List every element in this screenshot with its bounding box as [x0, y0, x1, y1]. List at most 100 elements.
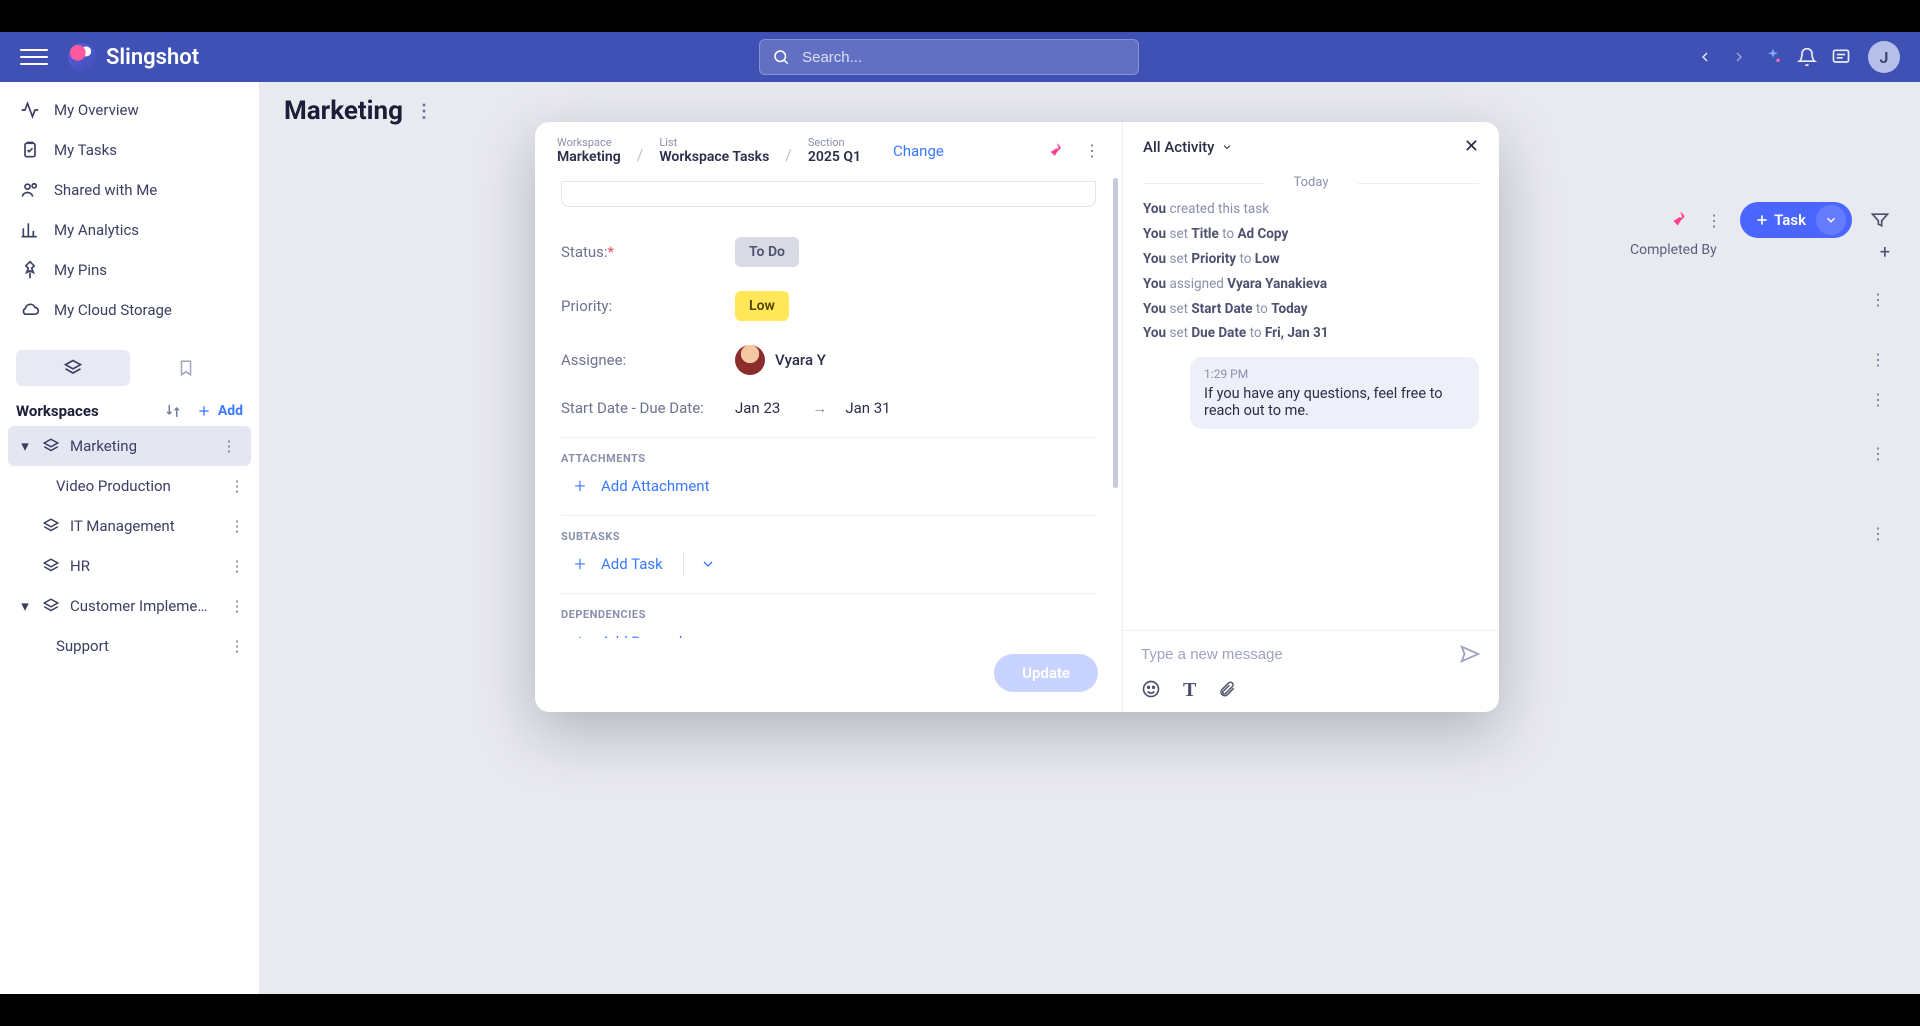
sidebar-item-overview[interactable]: My Overview: [0, 90, 259, 130]
plus-icon: +: [569, 475, 591, 497]
workspaces-heading: Workspaces: [16, 402, 99, 420]
brand[interactable]: Slingshot: [68, 43, 199, 71]
chevron-down-icon: [1221, 141, 1233, 153]
task-detail-panel: Workspace Marketing / List Workspace Tas…: [535, 122, 1123, 712]
notifications-icon[interactable]: [1790, 40, 1824, 74]
activity-filter-dropdown[interactable]: All Activity: [1143, 138, 1233, 156]
create-task-button[interactable]: Task: [1740, 202, 1852, 238]
message-time: 1:29 PM: [1204, 367, 1465, 381]
sort-icon[interactable]: [164, 402, 182, 420]
chart-icon: [20, 220, 40, 240]
text-format-icon[interactable]: T: [1183, 679, 1196, 702]
activity-line: You set Due Date to Fri, Jan 31: [1143, 324, 1479, 343]
change-link[interactable]: Change: [893, 142, 944, 160]
sidebar-item-analytics[interactable]: My Analytics: [0, 210, 259, 250]
workspace-label: Customer Implementa…: [70, 597, 210, 615]
row-more-icon[interactable]: ⋮: [1866, 350, 1890, 369]
crumb-section-label: Section: [808, 136, 861, 149]
more-icon[interactable]: ⋮: [225, 637, 249, 655]
update-button[interactable]: Update: [994, 654, 1098, 692]
sidebar-item-shared[interactable]: Shared with Me: [0, 170, 259, 210]
sidebar-tab-bookmarks[interactable]: [130, 350, 244, 386]
emoji-icon[interactable]: [1141, 679, 1161, 702]
crumb-workspace-value[interactable]: Marketing: [557, 149, 621, 165]
row-more-icon[interactable]: ⋮: [1866, 444, 1890, 463]
layers-icon: [63, 358, 83, 378]
modal-more-icon[interactable]: ⋮: [1084, 141, 1100, 160]
add-dependency-button[interactable]: + Add Dependency: [561, 621, 1096, 638]
user-avatar[interactable]: J: [1868, 41, 1900, 73]
activity-line: You created this task: [1143, 200, 1479, 219]
workspace-item-customer[interactable]: ▾ Customer Implementa… ⋮: [0, 586, 259, 626]
logo-icon: [68, 43, 96, 71]
column-header-completed-by[interactable]: Completed By: [1630, 242, 1717, 263]
add-subtask-button[interactable]: + Add Task: [561, 543, 667, 585]
dependencies-heading: DEPENDENCIES: [561, 608, 1096, 621]
toolbar-more-icon[interactable]: ⋮: [1706, 211, 1722, 230]
close-icon[interactable]: ✕: [1464, 136, 1479, 157]
crumb-list-value[interactable]: Workspace Tasks: [659, 149, 769, 165]
activity-line: You set Start Date to Today: [1143, 300, 1479, 319]
sidebar-item-mytasks[interactable]: My Tasks: [0, 130, 259, 170]
page-more-icon[interactable]: ⋮: [415, 101, 433, 122]
search-input[interactable]: [802, 49, 1126, 66]
plus-icon: +: [569, 553, 591, 575]
start-date-value[interactable]: Jan 23: [735, 399, 780, 417]
chevron-down-icon[interactable]: [1816, 205, 1846, 235]
sidebar-tab-workspaces[interactable]: [16, 350, 130, 386]
workspace-child-video[interactable]: Video Production ⋮: [0, 466, 259, 506]
add-attachment-button[interactable]: + Add Attachment: [561, 465, 1096, 507]
activity-panel: All Activity ✕ Today You created this ta…: [1123, 122, 1499, 712]
add-workspace-button[interactable]: Add: [196, 403, 243, 419]
sidebar-item-label: My Pins: [54, 261, 107, 279]
workspace-item-hr[interactable]: ▾ HR ⋮: [0, 546, 259, 586]
menu-icon[interactable]: [20, 43, 48, 71]
status-chip[interactable]: To Do: [735, 237, 799, 267]
assignee-value[interactable]: Vyara Y: [735, 345, 826, 375]
filter-icon[interactable]: [1870, 210, 1890, 230]
send-icon[interactable]: [1459, 643, 1481, 665]
more-icon[interactable]: ⋮: [225, 517, 249, 535]
cloud-icon: [20, 300, 40, 320]
workspace-item-it[interactable]: ▾ IT Management ⋮: [0, 506, 259, 546]
sidebar-item-pins[interactable]: My Pins: [0, 250, 259, 290]
row-more-icon[interactable]: ⋮: [1866, 390, 1890, 409]
ai-sparkle-icon[interactable]: [1756, 40, 1790, 74]
more-icon[interactable]: ⋮: [217, 437, 241, 455]
global-search[interactable]: [759, 39, 1139, 75]
assignee-label: Assignee:: [561, 351, 711, 369]
due-date-value[interactable]: Jan 31: [845, 399, 890, 417]
row-more-icon[interactable]: ⋮: [1866, 524, 1890, 543]
attachment-icon[interactable]: [1218, 679, 1236, 702]
caret-down-icon[interactable]: ▾: [18, 597, 32, 615]
nav-forward-icon[interactable]: [1722, 40, 1756, 74]
arrow-right-icon: →: [812, 399, 827, 417]
dates-label: Start Date - Due Date:: [561, 399, 711, 417]
plus-icon: [196, 403, 212, 419]
workspace-child-support[interactable]: Support ⋮: [0, 626, 259, 666]
row-more-icon[interactable]: ⋮: [1866, 290, 1890, 309]
workspace-child-label: Support: [56, 637, 109, 655]
status-label: Status:: [561, 243, 608, 261]
priority-chip[interactable]: Low: [735, 291, 789, 321]
more-icon[interactable]: ⋮: [225, 557, 249, 575]
nav-back-icon[interactable]: [1688, 40, 1722, 74]
chevron-down-icon[interactable]: [700, 556, 716, 572]
workspace-child-label: Video Production: [56, 477, 171, 495]
compose-input[interactable]: [1141, 646, 1447, 663]
workspace-label: IT Management: [70, 517, 175, 535]
rocket-icon[interactable]: [1666, 209, 1688, 231]
workspace-item-marketing[interactable]: ▾ Marketing ⋮: [8, 426, 251, 466]
task-title-input[interactable]: [561, 181, 1096, 207]
subtasks-heading: SUBTASKS: [561, 530, 1096, 543]
chat-icon[interactable]: [1824, 40, 1858, 74]
rocket-icon[interactable]: [1044, 141, 1064, 161]
add-column-icon[interactable]: +: [1880, 242, 1890, 263]
more-icon[interactable]: ⋮: [225, 597, 249, 615]
breadcrumb: Workspace Marketing / List Workspace Tas…: [535, 122, 1122, 175]
scrollbar[interactable]: [1113, 178, 1118, 634]
sidebar-item-cloud[interactable]: My Cloud Storage: [0, 290, 259, 330]
caret-down-icon[interactable]: ▾: [18, 437, 32, 455]
crumb-section-value[interactable]: 2025 Q1: [808, 149, 861, 165]
more-icon[interactable]: ⋮: [225, 477, 249, 495]
